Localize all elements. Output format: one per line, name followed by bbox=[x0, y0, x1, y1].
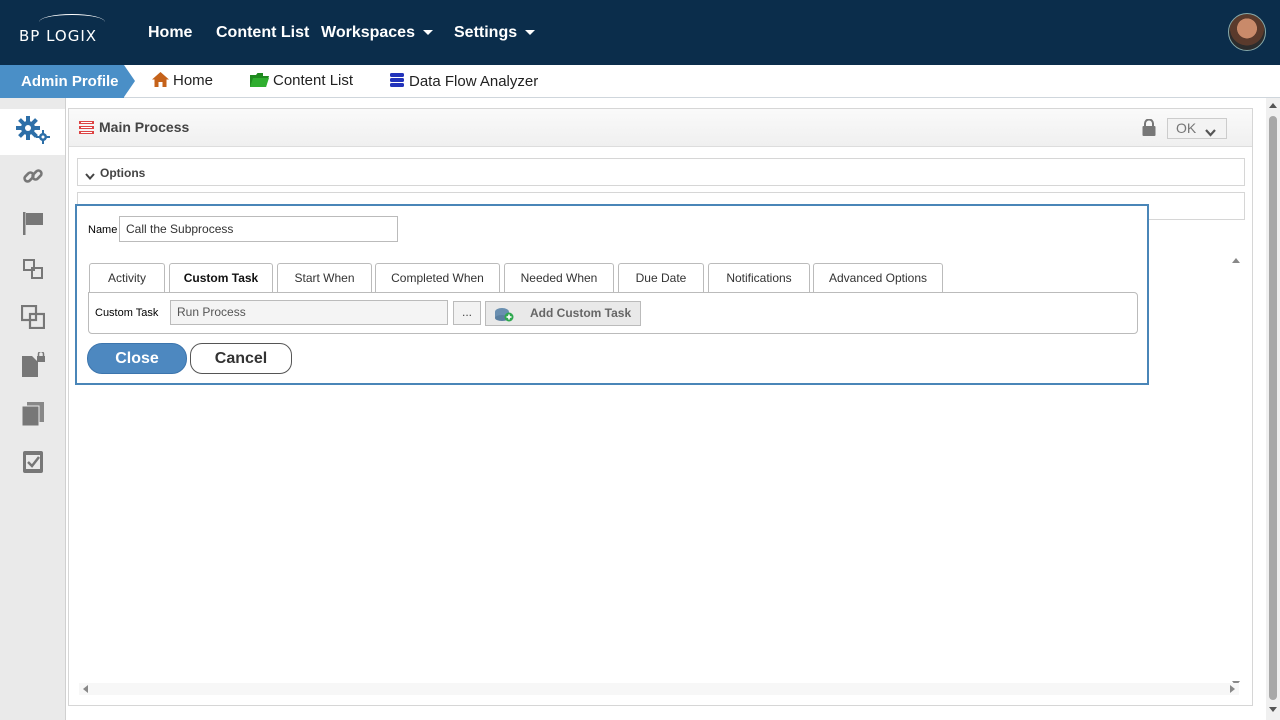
crumb-home[interactable]: Home bbox=[152, 72, 213, 91]
scroll-right-arrow[interactable] bbox=[1230, 685, 1235, 693]
tab-start-when[interactable]: Start When bbox=[277, 263, 372, 293]
tab-custom-task[interactable]: Custom Task bbox=[169, 263, 273, 294]
lock-icon[interactable] bbox=[1142, 118, 1156, 141]
process-icon bbox=[79, 121, 94, 139]
add-task-icon bbox=[494, 306, 514, 330]
locked-document-icon bbox=[20, 350, 46, 383]
admin-profile-crumb[interactable]: Admin Profile bbox=[0, 65, 124, 98]
sidebar-item-secured-docs[interactable] bbox=[0, 344, 65, 390]
scrollbar-thumb[interactable] bbox=[1269, 116, 1277, 700]
caret-down-icon bbox=[422, 30, 433, 36]
nav-content-list[interactable]: Content List bbox=[216, 24, 309, 42]
panel-header: Main Process OK bbox=[69, 109, 1252, 147]
breadcrumb-bar: Admin Profile Home Content List Data Flo… bbox=[0, 65, 1280, 98]
inner-scroll-up-arrow[interactable] bbox=[1232, 258, 1240, 263]
sidebar-item-subprocess[interactable] bbox=[0, 248, 65, 294]
add-custom-task-button[interactable]: Add Custom Task bbox=[485, 301, 641, 326]
horizontal-scrollbar[interactable] bbox=[79, 683, 1239, 695]
custom-task-tab-panel: Custom Task Run Process ... Add Custom T… bbox=[88, 292, 1138, 334]
documents-icon bbox=[21, 401, 45, 432]
tab-needed-when[interactable]: Needed When bbox=[504, 263, 614, 293]
top-navbar: BP LOGIX Home Content List Workspaces Se… bbox=[0, 0, 1280, 65]
sidebar-item-settings[interactable] bbox=[0, 109, 65, 155]
chevron-down-icon bbox=[85, 168, 95, 186]
nav-home[interactable]: Home bbox=[148, 24, 192, 42]
name-label: Name bbox=[88, 224, 118, 236]
custom-task-label: Custom Task bbox=[95, 307, 159, 319]
name-input[interactable] bbox=[119, 216, 398, 242]
nav-settings[interactable]: Settings bbox=[454, 24, 536, 42]
options-section-header[interactable]: Options bbox=[77, 158, 1245, 186]
scroll-down-arrow[interactable] bbox=[1269, 707, 1277, 712]
panel-title: Main Process bbox=[99, 119, 190, 135]
nav-workspaces[interactable]: Workspaces bbox=[321, 24, 433, 42]
tab-due-date[interactable]: Due Date bbox=[618, 263, 704, 293]
sidebar-item-copy[interactable] bbox=[0, 296, 65, 342]
tab-notifications[interactable]: Notifications bbox=[708, 263, 810, 293]
activity-edit-dialog: Name Activity Custom Task Start When Com… bbox=[75, 204, 1149, 385]
folder-icon bbox=[250, 73, 269, 91]
chevron-down-icon bbox=[1205, 123, 1216, 142]
flag-icon bbox=[22, 211, 44, 240]
subprocess-icon bbox=[22, 258, 43, 284]
tab-completed-when[interactable]: Completed When bbox=[375, 263, 500, 293]
page-vertical-scrollbar[interactable] bbox=[1266, 98, 1280, 720]
sidebar-item-documents[interactable] bbox=[0, 393, 65, 439]
copy-shapes-icon bbox=[20, 304, 45, 334]
admin-profile-arrow bbox=[124, 65, 135, 97]
crumb-data-flow-analyzer[interactable]: Data Flow Analyzer bbox=[389, 72, 538, 92]
left-sidebar bbox=[0, 98, 66, 720]
sidebar-item-links[interactable] bbox=[0, 155, 65, 201]
tab-advanced-options[interactable]: Advanced Options bbox=[813, 263, 943, 293]
database-icon bbox=[389, 72, 405, 92]
browse-custom-task-button[interactable]: ... bbox=[453, 301, 481, 325]
close-button[interactable]: Close bbox=[87, 343, 187, 374]
checkbox-icon bbox=[22, 450, 44, 479]
link-icon bbox=[22, 165, 44, 192]
custom-task-field[interactable]: Run Process bbox=[170, 300, 448, 325]
ok-dropdown-button[interactable]: OK bbox=[1167, 118, 1227, 139]
scroll-left-arrow[interactable] bbox=[83, 685, 88, 693]
sidebar-item-tasks[interactable] bbox=[0, 441, 65, 487]
scroll-up-arrow[interactable] bbox=[1269, 103, 1277, 108]
gears-icon bbox=[15, 115, 50, 149]
main-content: Main Process OK Options bbox=[66, 98, 1266, 708]
user-avatar[interactable] bbox=[1228, 13, 1266, 51]
tab-activity[interactable]: Activity bbox=[89, 263, 165, 293]
sidebar-item-milestones[interactable] bbox=[0, 202, 65, 248]
main-process-panel: Main Process OK Options bbox=[68, 108, 1253, 706]
cancel-button[interactable]: Cancel bbox=[190, 343, 292, 374]
caret-down-icon bbox=[525, 30, 536, 36]
home-icon bbox=[152, 72, 169, 91]
crumb-content-list[interactable]: Content List bbox=[250, 72, 353, 91]
